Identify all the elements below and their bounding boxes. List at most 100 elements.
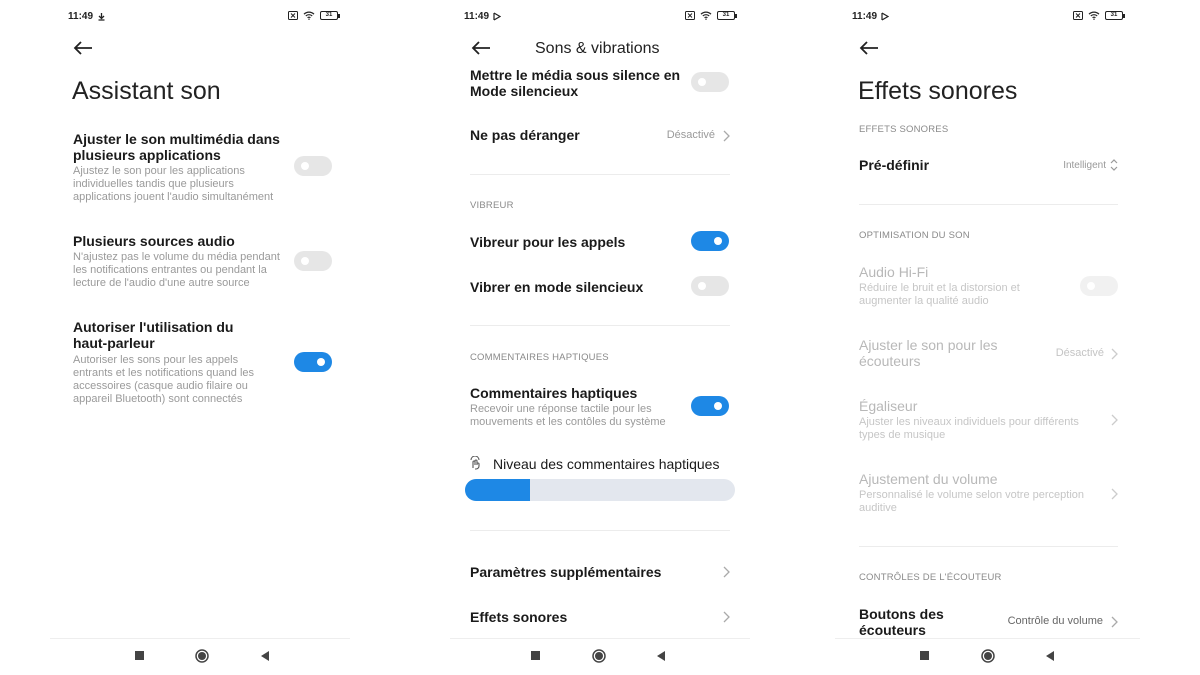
earphone-buttons-value: Contrôle du volume — [1007, 615, 1103, 627]
status-time: 11:49 — [464, 11, 490, 22]
item-description-line2: les notifications entrantes ou pendant l… — [73, 264, 267, 276]
media-icon — [493, 12, 502, 21]
home-icon[interactable] — [981, 649, 995, 663]
item-description-line2: individuelles tandis que plusieurs — [73, 178, 234, 190]
screen-effets-sonores: 11:49 31 Effets sonores EFFETS SONORES P… — [800, 0, 1200, 675]
chevron-right-icon — [722, 129, 730, 142]
recents-icon[interactable] — [920, 650, 930, 662]
dnd-label[interactable]: Ne pas déranger — [470, 127, 580, 143]
back-nav-icon[interactable] — [1045, 650, 1055, 662]
haptic-toggle[interactable] — [691, 396, 729, 416]
status-bar-left: 11:49 — [464, 11, 502, 22]
screen-sons-vibrations: 11:49 31 Sons & vibrations Mettre le méd… — [400, 0, 800, 675]
vibrate-silent-label: Vibrer en mode silencieux — [470, 279, 644, 295]
earphone-buttons-label-line2: écouteurs — [859, 622, 926, 638]
hifi-description: Réduire le bruit et la distorsion et — [859, 282, 1020, 294]
section-header: CONTRÔLES DE L'ÉCOUTEUR — [859, 572, 1002, 583]
item-description-line2: entrants et les notifications quand les — [73, 367, 255, 379]
back-arrow-icon — [471, 41, 490, 55]
media-icon — [881, 12, 890, 21]
item-title: Mettre le média sous silence en — [470, 67, 681, 83]
haptic-description-line2: mouvements et les contôles du système — [470, 416, 666, 428]
chevron-right-icon — [722, 610, 730, 623]
item-title-line2: plusieurs applications — [73, 147, 221, 163]
nav-bar-divider — [450, 638, 750, 639]
volume-adjust-label: Ajustement du volume — [859, 471, 998, 487]
battery-icon: 31 — [320, 11, 340, 20]
chevron-right-icon — [1110, 615, 1118, 628]
multiple-sources-toggle[interactable] — [294, 251, 332, 271]
extra-settings-link[interactable]: Paramètres supplémentaires — [470, 564, 661, 580]
mute-media-item[interactable]: Mettre le média sous silence en Mode sil… — [470, 64, 710, 104]
nav-bar-divider — [50, 638, 350, 639]
equalizer-description-line2: types de musique — [859, 429, 946, 441]
hifi-toggle[interactable] — [1080, 276, 1118, 296]
home-icon[interactable] — [592, 649, 606, 663]
chevron-right-icon — [1110, 413, 1118, 426]
download-icon — [98, 13, 105, 21]
divider — [470, 174, 730, 175]
multi-app-sound-toggle[interactable] — [294, 156, 332, 176]
headphones-label: Ajuster le son pour les — [859, 337, 998, 353]
wifi-icon — [303, 11, 315, 20]
divider — [470, 325, 730, 326]
recents-icon[interactable] — [135, 650, 145, 662]
back-arrow-icon — [859, 41, 878, 55]
back-button[interactable] — [470, 38, 492, 58]
section-header: EFFETS SONORES — [859, 124, 949, 135]
section-header: COMMENTAIRES HAPTIQUES — [470, 352, 609, 363]
status-bar-right: 31 — [685, 11, 737, 20]
section-header: OPTIMISATION DU SON — [859, 230, 970, 241]
status-time: 11:49 — [852, 11, 878, 22]
vibrate-icon — [470, 456, 480, 470]
earphone-buttons-label[interactable]: Boutons des — [859, 606, 944, 622]
item-title-line2: Mode silencieux — [470, 83, 579, 99]
speaker-use-toggle[interactable] — [294, 352, 332, 372]
divider — [859, 204, 1118, 205]
dnd-value: Désactivé — [666, 129, 715, 141]
battery-icon: 31 — [1105, 11, 1125, 20]
haptic-level-slider[interactable] — [465, 479, 735, 501]
item-description-line3: lecture de l'audio d'une autre source — [73, 277, 250, 289]
divider — [859, 546, 1118, 547]
battery-icon: 31 — [717, 11, 737, 20]
item-description: Autoriser les sons pour les appels — [73, 354, 239, 366]
haptic-level-label: Niveau des commentaires haptiques — [493, 456, 720, 472]
item-description-line3: accessoires (casque audio filaire ou — [73, 380, 248, 392]
back-button[interactable] — [858, 38, 880, 58]
nav-bar-divider — [835, 638, 1140, 639]
recents-icon[interactable] — [531, 650, 541, 662]
equalizer-description: Ajuster les niveaux individuels pour dif… — [859, 416, 1079, 428]
back-nav-icon[interactable] — [260, 650, 270, 662]
vibrate-silent-toggle[interactable] — [691, 276, 729, 296]
page-title: Assistant son — [72, 77, 221, 105]
sound-effects-link[interactable]: Effets sonores — [470, 609, 567, 625]
headphones-label-line2: écouteurs — [859, 353, 921, 369]
item-description-line3: applications jouent l'audio simultanémen… — [73, 191, 274, 203]
status-bar-right: 31 — [288, 11, 340, 20]
wifi-icon — [1088, 11, 1100, 20]
chevron-right-icon — [1110, 347, 1118, 360]
chevron-right-icon — [1110, 487, 1118, 500]
status-bar-left: 11:49 — [852, 11, 890, 22]
status-time: 11:49 — [68, 11, 94, 22]
haptic-level-fill — [465, 479, 530, 501]
predefine-label[interactable]: Pré-définir — [859, 157, 929, 173]
item-description-line4: appareil Bluetooth) sont connectés — [73, 393, 243, 405]
headphones-value: Désactivé — [1055, 347, 1104, 359]
header-title: Sons & vibrations — [535, 40, 660, 57]
vibrate-calls-toggle[interactable] — [691, 231, 729, 251]
home-icon[interactable] — [195, 649, 209, 663]
vibrate-calls-label: Vibreur pour les appels — [470, 234, 626, 250]
page-title: Effets sonores — [858, 77, 1018, 105]
back-nav-icon[interactable] — [656, 650, 666, 662]
sim-icon — [288, 11, 298, 20]
predefine-value: Intelligent — [1063, 160, 1106, 171]
hifi-label: Audio Hi-Fi — [859, 264, 929, 280]
item-title: Plusieurs sources audio — [73, 233, 235, 249]
back-button[interactable] — [72, 38, 94, 58]
mute-media-toggle[interactable] — [691, 72, 729, 92]
equalizer-label: Égaliseur — [859, 398, 918, 414]
item-title: Ajuster le son multimédia dans — [73, 131, 280, 147]
section-header: VIBREUR — [470, 200, 514, 211]
